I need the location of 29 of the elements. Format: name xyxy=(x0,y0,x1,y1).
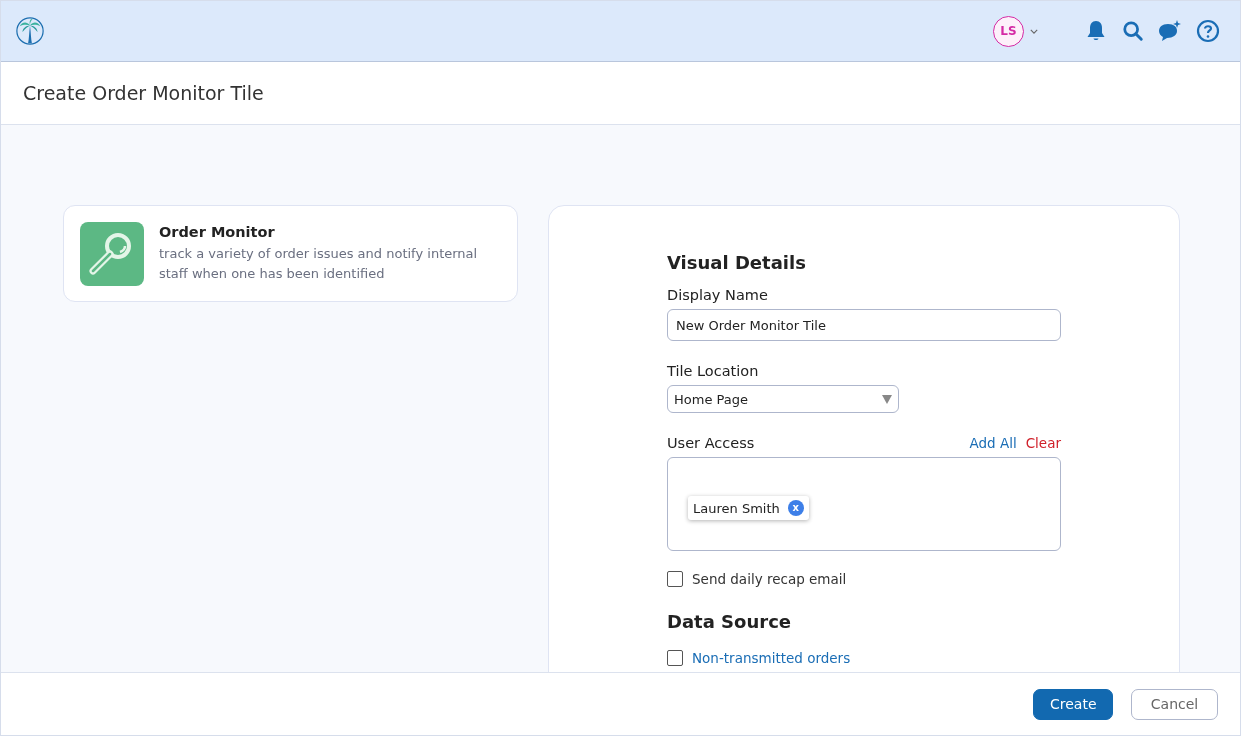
cancel-button[interactable]: Cancel xyxy=(1131,688,1218,720)
field-label: User Access xyxy=(667,435,755,451)
page-title: Create Order Monitor Tile xyxy=(23,82,264,104)
create-button[interactable]: Create xyxy=(1033,688,1113,720)
tile-type-title: Order Monitor xyxy=(159,223,276,240)
search-icon[interactable] xyxy=(1122,20,1144,42)
help-icon[interactable] xyxy=(1196,19,1220,43)
clear-link[interactable]: Clear xyxy=(1025,435,1061,451)
magnifier-icon xyxy=(80,221,144,286)
tile-location-dropdown[interactable]: Home Page xyxy=(667,385,899,413)
field-label: Display Name xyxy=(667,287,769,303)
field-label: Tile Location xyxy=(667,363,760,379)
checkbox-label: Send daily recap email xyxy=(692,571,847,587)
tile-type-description: track a variety of order issues and notify internal staff when one has been identified xyxy=(159,244,479,283)
section-heading: Data Source xyxy=(667,611,792,632)
display-name-field[interactable]: New Order Monitor Tile xyxy=(667,309,1061,341)
checkbox-label: Non-transmitted orders xyxy=(692,650,851,666)
add-all-link[interactable]: Add All xyxy=(969,435,1017,451)
user-access-field[interactable]: Lauren Smith x xyxy=(667,457,1061,551)
checkbox[interactable] xyxy=(667,571,683,587)
chat-sparkle-icon[interactable] xyxy=(1158,19,1182,43)
user-name: Lauren Smith xyxy=(693,500,780,516)
chevron-down-icon[interactable] xyxy=(1030,28,1038,34)
section-heading: Visual Details xyxy=(667,252,807,273)
checkbox[interactable] xyxy=(667,650,683,666)
tile-type-card[interactable]: Order Monitor track a variety of order issues and notify internal staff when one has been identified xyxy=(63,205,518,302)
palm-tree-logo-icon[interactable] xyxy=(15,16,45,46)
user-avatar[interactable]: LS xyxy=(993,15,1024,47)
remove-user-button[interactable]: x xyxy=(787,500,804,516)
